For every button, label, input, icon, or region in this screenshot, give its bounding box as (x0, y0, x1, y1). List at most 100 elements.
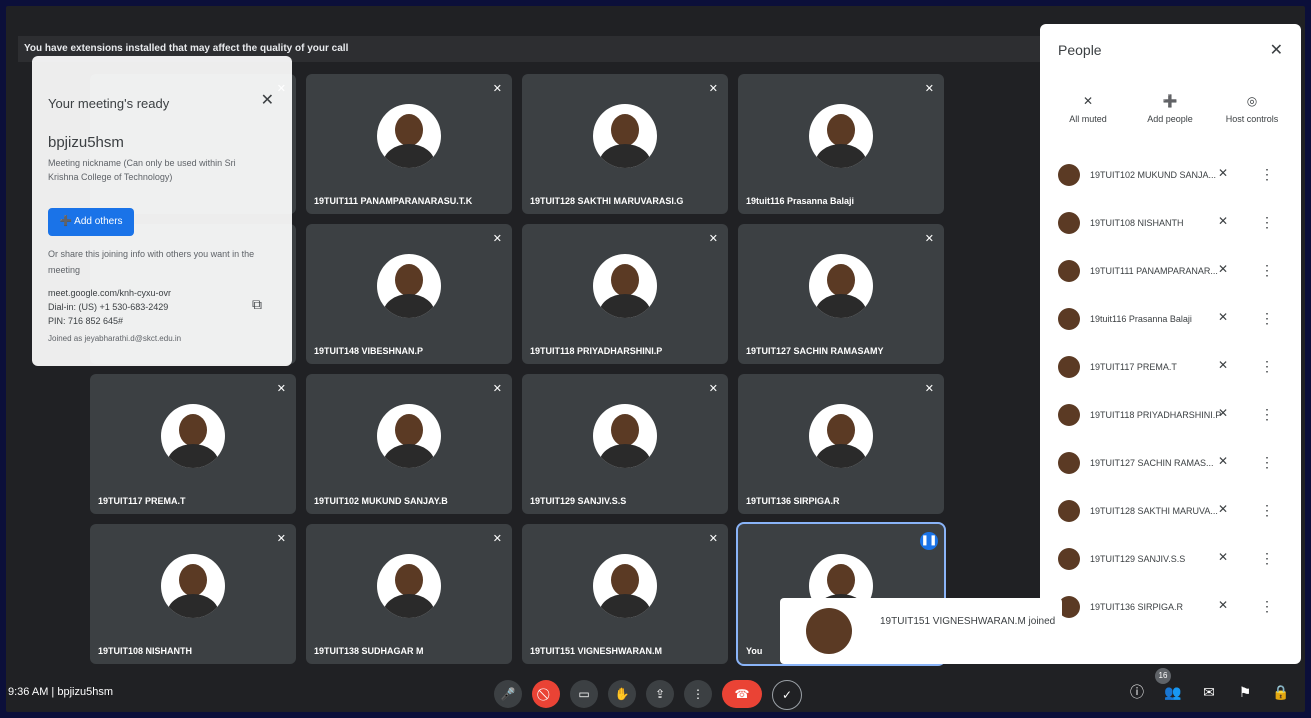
avatar (1058, 260, 1080, 282)
participant-tile: ✕ 19TUIT118 PRIYADHARSHINI.P (522, 224, 728, 364)
avatar (593, 104, 657, 168)
avatar (809, 104, 873, 168)
copy-icon[interactable]: ⧉ (252, 296, 262, 313)
meet-screen: You have extensions installed that may a… (6, 6, 1305, 712)
share-text: Or share this joining info with others y… (48, 249, 255, 275)
list-item[interactable]: 19TUIT129 SANJIV.S.S ✕ ⋮ (1040, 538, 1301, 586)
list-item[interactable]: 19TUIT108 NISHANTH ✕ ⋮ (1040, 202, 1301, 250)
join-toast: 19TUIT151 VIGNESHWARAN.M joined (780, 598, 1062, 664)
mic-off-icon: ✕ (708, 383, 718, 395)
more-options-icon[interactable]: ⋮ (1260, 406, 1274, 423)
participant-tile: ✕ 19tuit116 Prasanna Balaji (738, 74, 944, 214)
more-options-icon[interactable]: ⋮ (1260, 550, 1274, 567)
raise-hand-button[interactable]: ✋ (608, 680, 636, 708)
mic-off-icon: ✕ (276, 383, 286, 395)
more-options-icon[interactable]: ⋮ (1260, 262, 1274, 279)
participant-name: 19TUIT151 VIGNESHWARAN.M (530, 646, 663, 656)
chat-icon[interactable]: ✉ (1199, 682, 1219, 702)
list-item[interactable]: 19tuit116 Prasanna Balaji ✕ ⋮ (1040, 298, 1301, 346)
mic-off-icon: ✕ (1218, 454, 1229, 468)
avatar (377, 104, 441, 168)
avatar (1058, 500, 1080, 522)
participant-tile: ✕ 19TUIT129 SANJIV.S.S (522, 374, 728, 514)
participant-tile: ✕ 19TUIT138 SUDHAGAR M (306, 524, 512, 664)
participant-tile: ✕ 19TUIT151 VIGNESHWARAN.M (522, 524, 728, 664)
list-item[interactable]: 19TUIT118 PRIYADHARSHINI.P ✕ ⋮ (1040, 394, 1301, 442)
people-glyph: 👥 (1164, 684, 1182, 700)
avatar (593, 554, 657, 618)
participant-count-badge: 16 (1155, 668, 1171, 684)
avatar (1058, 308, 1080, 330)
participant-name: 19TUIT136 SIRPIGA.R (746, 496, 840, 506)
avatar (1058, 164, 1080, 186)
participant-name: 19TUIT128 SAKTHI MARUVARASI.G (530, 196, 684, 206)
extension-button[interactable]: ✓ (772, 680, 802, 710)
participant-tile: ✕ 19TUIT102 MUKUND SANJAY.B (306, 374, 512, 514)
captions-icon: ▭ (578, 687, 590, 701)
more-options-icon[interactable]: ⋮ (1260, 454, 1274, 471)
nickname-note: Meeting nickname (Can only be used withi… (48, 158, 236, 182)
mic-icon: 🎤 (500, 687, 516, 701)
more-options-icon[interactable]: ⋮ (1260, 358, 1274, 375)
host-controls-label: Host controls (1225, 114, 1279, 124)
list-item[interactable]: 19TUIT127 SACHIN RAMAS... ✕ ⋮ (1040, 442, 1301, 490)
people-panel: People ✕ ✕ All muted ➕ Add people ◎ Host… (1040, 24, 1301, 664)
more-options-icon[interactable]: ⋮ (1260, 214, 1274, 231)
joining-info: meet.google.com/knh-cyxu-ovr Dial-in: (U… (48, 286, 171, 328)
more-options-icon[interactable]: ⋮ (1260, 502, 1274, 519)
close-icon[interactable]: ✕ (261, 90, 274, 110)
more-options-button[interactable]: ⋮ (684, 680, 712, 708)
list-item[interactable]: 19TUIT128 SAKTHI MARUVA... ✕ ⋮ (1040, 490, 1301, 538)
mic-off-icon: ✕ (1082, 94, 1094, 108)
dial-in: Dial-in: (US) +1 530-683-2429 (48, 302, 169, 312)
meeting-code: bpjizu5hsm (48, 134, 124, 151)
all-muted-control[interactable]: ✕ All muted (1048, 94, 1128, 124)
activities-icon[interactable]: ⚑ (1235, 682, 1255, 702)
speaking-indicator-icon: ❚❚ (920, 532, 938, 550)
people-icon[interactable]: 👥 16 (1155, 668, 1183, 702)
avatar (1058, 452, 1080, 474)
list-item[interactable]: 19TUIT111 PANAMPARANAR... ✕ ⋮ (1040, 250, 1301, 298)
participant-name: 19TUIT118 PRIYADHARSHINI.P (530, 346, 663, 356)
toast-text: 19TUIT151 VIGNESHWARAN.M joined (880, 616, 1056, 627)
mic-off-icon: ✕ (1218, 262, 1229, 276)
mic-button[interactable]: 🎤 (494, 680, 522, 708)
captions-button[interactable]: ▭ (570, 680, 598, 708)
mic-off-icon: ✕ (708, 533, 718, 545)
time-label: 9:36 AM (8, 686, 49, 698)
participant-name: 19TUIT117 PREMA.T (1090, 362, 1177, 372)
avatar (593, 404, 657, 468)
participant-name: 19TUIT128 SAKTHI MARUVA... (1090, 506, 1218, 516)
avatar (377, 554, 441, 618)
more-options-icon[interactable]: ⋮ (1260, 166, 1274, 183)
bottom-bar: 9:36 AM | bpjizu5hsm 🎤 ⃠ ▭ ✋ ⇪ ⋮ ☎ ✓ ⓘ 👥… (6, 668, 1305, 712)
info-icon[interactable]: ⓘ (1127, 682, 1147, 702)
host-controls-control[interactable]: ◎ Host controls (1212, 94, 1292, 124)
participant-tile: ✕ 19TUIT128 SAKTHI MARUVARASI.G (522, 74, 728, 214)
mic-off-icon: ✕ (1218, 502, 1229, 516)
add-others-button[interactable]: ➕ Add others (48, 208, 134, 236)
participant-name: 19TUIT108 NISHANTH (1090, 218, 1184, 228)
participant-list: 19TUIT102 MUKUND SANJA... ✕ ⋮ 19TUIT108 … (1040, 154, 1301, 654)
participant-name: 19TUIT136 SIRPIGA.R (1090, 602, 1184, 612)
end-call-button[interactable]: ☎ (722, 680, 762, 708)
participant-name: 19TUIT108 NISHANTH (98, 646, 193, 656)
list-item[interactable]: 19TUIT136 SIRPIGA.R ✕ ⋮ (1040, 586, 1301, 634)
mic-off-icon: ✕ (924, 383, 934, 395)
people-controls: ✕ All muted ➕ Add people ◎ Host controls (1040, 94, 1301, 144)
participant-name: 19TUIT111 PANAMPARANAR... (1090, 266, 1218, 276)
more-options-icon[interactable]: ⋮ (1260, 310, 1274, 327)
meeting-link[interactable]: meet.google.com/knh-cyxu-ovr (48, 286, 171, 300)
list-item[interactable]: 19TUIT117 PREMA.T ✕ ⋮ (1040, 346, 1301, 394)
add-people-control[interactable]: ➕ Add people (1130, 94, 1210, 124)
present-button[interactable]: ⇪ (646, 680, 674, 708)
close-icon[interactable]: ✕ (1270, 40, 1283, 60)
check-icon: ✓ (781, 688, 793, 702)
mic-off-icon: ✕ (1218, 598, 1229, 612)
list-item[interactable]: 19TUIT102 MUKUND SANJA... ✕ ⋮ (1040, 154, 1301, 202)
more-options-icon[interactable]: ⋮ (1260, 598, 1274, 615)
toggle-icon: ◎ (1246, 94, 1258, 108)
avatar (593, 254, 657, 318)
lock-icon[interactable]: 🔒 (1271, 682, 1291, 702)
camera-button[interactable]: ⃠ (532, 680, 560, 708)
